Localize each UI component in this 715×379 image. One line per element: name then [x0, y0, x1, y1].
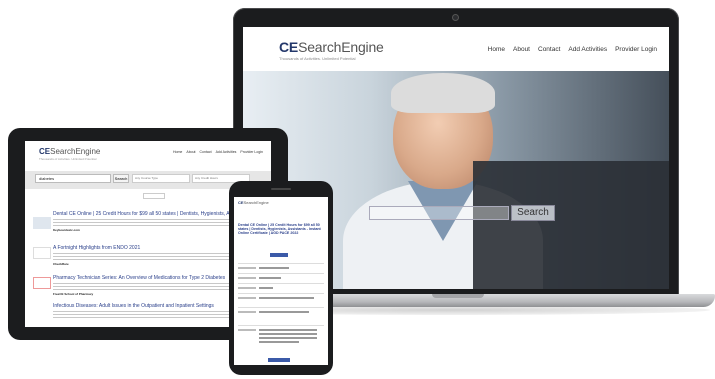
detail-value: [259, 329, 317, 331]
phone-site-logo[interactable]: CESearchEngine: [238, 200, 269, 205]
detail-label: [238, 297, 256, 299]
detail-divider: [238, 325, 324, 326]
detail-label: [238, 277, 256, 279]
hero-photo-doctor-hair: [391, 73, 495, 113]
phone-screen: CESearchEngine Dental CE Online | 25 Cre…: [234, 197, 328, 365]
hero-search-button[interactable]: Search: [511, 205, 555, 221]
tablet-nav-home[interactable]: Home: [173, 150, 182, 154]
camera-icon: [452, 14, 459, 21]
tablet-site-tagline: Thousands of Activities. Unlimited Poten…: [39, 157, 97, 161]
nav-about[interactable]: About: [513, 46, 530, 53]
detail-value: [259, 333, 317, 335]
detail-value: [259, 311, 309, 313]
detail-label: [238, 329, 256, 331]
checkrare-logo-icon: [33, 247, 51, 259]
nav-add-activities[interactable]: Add Activities: [568, 46, 607, 53]
site-header: CESearchEngine Thousands of Activities. …: [243, 27, 669, 71]
phone-speaker: [271, 188, 291, 190]
tablet-nav-provider-login[interactable]: Provider Login: [240, 150, 263, 154]
detail-label: [238, 267, 256, 269]
detail-divider: [238, 263, 324, 264]
phone-activity-title: Dental CE Online | 25 Credit Hours for $…: [238, 223, 321, 236]
tablet-site-logo[interactable]: CESearchEngine: [39, 147, 100, 156]
site-logo[interactable]: CESearchEngine: [279, 39, 384, 55]
detail-label: [238, 311, 256, 313]
hero-search-input[interactable]: [369, 206, 509, 220]
tablet-nav: Home About Contact Add Activities Provid…: [173, 150, 263, 154]
phone-action-button[interactable]: [270, 253, 288, 257]
tablet-nav-about[interactable]: About: [186, 150, 195, 154]
detail-value: [259, 337, 317, 339]
nav-home[interactable]: Home: [488, 46, 505, 53]
detail-label: [238, 287, 256, 289]
detail-divider: [238, 273, 324, 274]
phone-frame: CESearchEngine Dental CE Online | 25 Cre…: [229, 181, 333, 375]
detail-value: [259, 341, 299, 343]
hero-photo-laptop: [473, 161, 669, 289]
course-type-select[interactable]: Any Course Type: [132, 174, 190, 183]
laptop-notch: [432, 294, 484, 298]
tablet-nav-contact[interactable]: Contact: [200, 150, 212, 154]
detail-divider: [238, 293, 324, 294]
detail-value: [259, 297, 314, 299]
nav-contact[interactable]: Contact: [538, 46, 560, 53]
detail-value: [259, 277, 281, 279]
tablet-search-button[interactable]: Search: [113, 174, 129, 183]
result-thumbnail: [33, 217, 51, 229]
detail-value: [259, 287, 273, 289]
tablet-search-input[interactable]: diabetes: [35, 174, 111, 183]
nav-provider-login[interactable]: Provider Login: [615, 46, 657, 53]
pagination[interactable]: [143, 193, 165, 199]
tablet-nav-add-activities[interactable]: Add Activities: [216, 150, 237, 154]
main-nav: Home About Contact Add Activities Provid…: [488, 46, 657, 53]
phone-bottom-button[interactable]: [268, 358, 290, 362]
detail-divider: [238, 307, 324, 308]
device-mockup-scene: CESearchEngine Thousands of Activities. …: [0, 0, 715, 379]
detail-divider: [238, 283, 324, 284]
pharmacy-logo-icon: [33, 277, 51, 289]
detail-value: [259, 267, 289, 269]
site-tagline: Thousands of Activities. Unlimited Poten…: [279, 56, 356, 61]
